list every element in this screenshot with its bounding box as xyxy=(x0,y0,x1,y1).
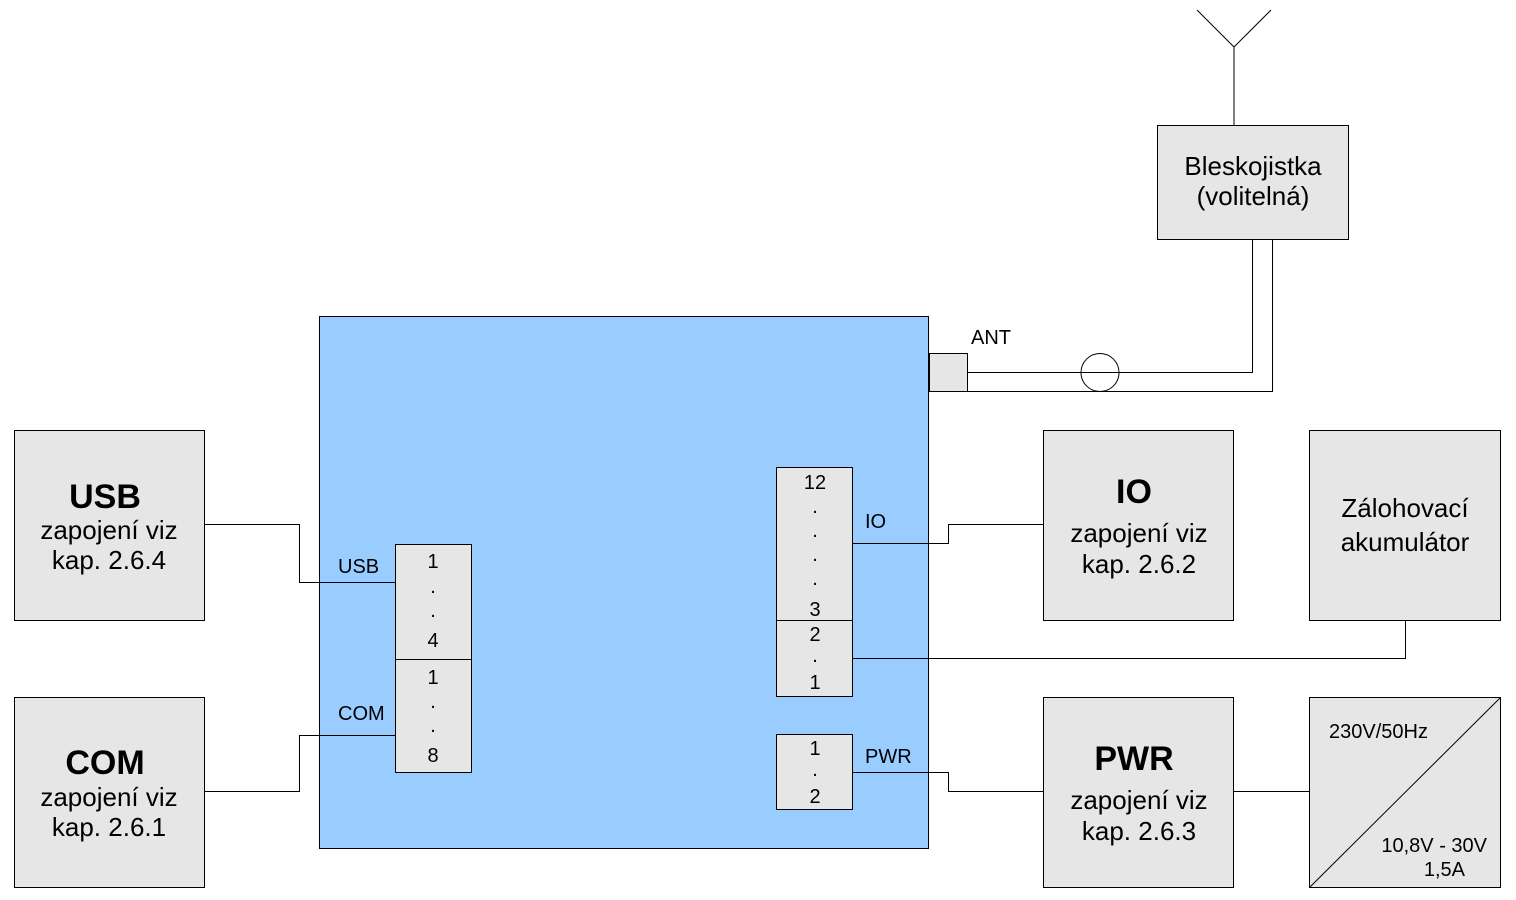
io-title: IO xyxy=(1116,473,1152,511)
battery-line1: Zálohovací xyxy=(1341,493,1469,523)
usb-line1: zapojení viz xyxy=(40,515,177,545)
battery-line2: akumulátor xyxy=(1341,527,1470,557)
pin-label: 2 xyxy=(809,786,820,808)
pin-label: 3 xyxy=(809,599,820,621)
pin-label: 1 xyxy=(809,672,820,694)
battery-block: Zálohovací akumulátor xyxy=(1309,430,1501,621)
battery-connector: 2 . 1 xyxy=(776,620,853,697)
pin-label: 8 xyxy=(427,745,438,767)
com-block: COM zapojení viz kap. 2.6.1 xyxy=(14,697,205,888)
pin-label: 1 xyxy=(809,738,820,760)
pin-label: 2 xyxy=(809,624,820,646)
supply-output-voltage: 10,8V - 30V xyxy=(1381,835,1487,857)
pwr-line1: zapojení viz xyxy=(1070,785,1207,815)
pin-label: . xyxy=(812,520,818,542)
pin-label: . xyxy=(812,568,818,590)
io-port-label: IO xyxy=(865,511,886,533)
pin-label: . xyxy=(812,496,818,518)
usb-line2: kap. 2.6.4 xyxy=(52,545,166,575)
pin-label: 4 xyxy=(427,630,438,652)
pin-label: . xyxy=(430,691,436,713)
pin-label: . xyxy=(430,715,436,737)
usb-connector: 1 . . 4 xyxy=(395,544,472,660)
io-block: IO zapojení viz kap. 2.6.2 xyxy=(1043,430,1234,621)
com-port-label: COM xyxy=(338,703,385,725)
io-line2: kap. 2.6.2 xyxy=(1082,549,1196,579)
pwr-port-label: PWR xyxy=(865,746,912,768)
surge-protector-line2: (volitelná) xyxy=(1197,181,1310,211)
io-line1: zapojení viz xyxy=(1070,518,1207,548)
surge-protector-line1: Bleskojistka xyxy=(1184,151,1322,181)
pwr-block: PWR zapojení viz kap. 2.6.3 xyxy=(1043,697,1234,888)
com-title: COM xyxy=(65,744,144,782)
pin-label: . xyxy=(812,759,818,781)
pin-label: 1 xyxy=(427,551,438,573)
antenna-cable xyxy=(929,239,1273,392)
ant-connector xyxy=(929,353,968,392)
ant-label: ANT xyxy=(971,327,1011,349)
pin-label: . xyxy=(812,544,818,566)
pin-label: 1 xyxy=(427,667,438,689)
pin-label: . xyxy=(812,645,818,667)
usb-block: USB zapojení viz kap. 2.6.4 xyxy=(14,430,205,621)
pwr-connector: 1 . 2 xyxy=(776,734,853,810)
antenna-icon xyxy=(1196,9,1272,125)
block-diagram: Bleskojistka (volitelná) ANT USB zapojen… xyxy=(14,9,1501,888)
com-line2: kap. 2.6.1 xyxy=(52,812,166,842)
pin-label: . xyxy=(430,576,436,598)
surge-protector-block: Bleskojistka (volitelná) xyxy=(1157,125,1349,240)
usb-title: USB xyxy=(69,478,141,516)
power-supply-block: 230V/50Hz 10,8V - 30V 1,5A xyxy=(1309,697,1501,888)
supply-output-current: 1,5A xyxy=(1424,859,1466,881)
com-line1: zapojení viz xyxy=(40,782,177,812)
usb-port-label: USB xyxy=(338,556,379,578)
io-connector: 12 . . . . 3 xyxy=(776,467,853,621)
pwr-title: PWR xyxy=(1094,740,1173,778)
battery-wire xyxy=(852,620,1406,659)
pwr-line2: kap. 2.6.3 xyxy=(1082,816,1196,846)
pin-label: 12 xyxy=(804,472,826,494)
supply-input: 230V/50Hz xyxy=(1329,721,1428,743)
pin-label: . xyxy=(430,600,436,622)
com-connector: 1 . . 8 xyxy=(395,659,472,773)
